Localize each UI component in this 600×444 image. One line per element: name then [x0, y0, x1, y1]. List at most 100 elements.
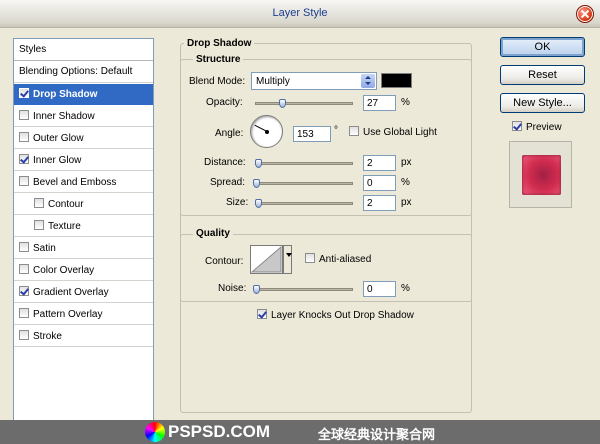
style-checkbox[interactable]	[19, 264, 29, 274]
preview-checkbox[interactable]: Preview	[512, 121, 562, 133]
contour-dropdown-arrow-icon[interactable]	[283, 245, 292, 274]
structure-title: Structure	[193, 54, 244, 65]
preview-box[interactable]	[512, 121, 522, 131]
spread-unit: %	[401, 177, 410, 188]
quality-title: Quality	[193, 228, 233, 239]
contour-picker[interactable]	[250, 245, 283, 274]
style-checkbox[interactable]	[19, 330, 29, 340]
knockout-box[interactable]	[257, 309, 267, 319]
size-slider[interactable]	[254, 199, 353, 208]
noise-unit: %	[401, 283, 410, 294]
style-checkbox[interactable]	[19, 286, 29, 296]
preview-swatch	[522, 155, 561, 195]
style-list-item-label: Drop Shadow	[33, 89, 98, 100]
style-list-item[interactable]: Color Overlay	[14, 260, 153, 281]
watermark-brand: PSPSD.COM	[168, 422, 271, 441]
styles-list-header: Styles	[14, 39, 153, 61]
style-checkbox[interactable]	[19, 110, 29, 120]
shadow-color-swatch[interactable]	[381, 73, 412, 88]
title-bar[interactable]: Layer Style	[0, 0, 600, 28]
global-light-box[interactable]	[349, 126, 359, 136]
knockout-label: Layer Knocks Out Drop Shadow	[271, 310, 414, 321]
style-list-item[interactable]: Drop Shadow	[14, 84, 153, 105]
reset-button[interactable]: Reset	[500, 65, 585, 85]
angle-unit: °	[334, 125, 338, 136]
opacity-slider[interactable]	[255, 99, 353, 108]
style-list-item-label: Outer Glow	[33, 133, 84, 144]
style-list-item-label: Stroke	[33, 331, 62, 342]
drop-shadow-title: Drop Shadow	[184, 38, 255, 49]
style-checkbox[interactable]	[19, 88, 29, 98]
style-list-item-label: Pattern Overlay	[33, 309, 103, 320]
noise-slider[interactable]	[253, 285, 353, 294]
noise-label: Noise:	[218, 283, 247, 294]
opacity-field[interactable]: 27	[363, 95, 396, 111]
style-list-item[interactable]: Outer Glow	[14, 128, 153, 149]
style-checkbox[interactable]	[19, 132, 29, 142]
anti-aliased-label: Anti-aliased	[319, 254, 372, 265]
style-list-item[interactable]: Pattern Overlay	[14, 304, 153, 325]
preview-thumbnail	[509, 141, 572, 208]
global-light-checkbox[interactable]: Use Global Light	[349, 126, 437, 138]
size-slider-thumb[interactable]	[254, 199, 262, 208]
style-checkbox[interactable]	[34, 220, 44, 230]
close-icon[interactable]	[576, 5, 594, 23]
spread-slider-thumb[interactable]	[253, 179, 260, 188]
contour-curve-icon	[250, 245, 282, 273]
distance-slider-thumb[interactable]	[254, 159, 262, 168]
style-list-item-label: Inner Glow	[33, 155, 82, 166]
distance-field[interactable]: 2	[363, 155, 396, 171]
style-list-item[interactable]: Texture	[14, 216, 153, 237]
style-list-item[interactable]: Contour	[14, 194, 153, 215]
angle-field[interactable]: 153	[293, 126, 331, 142]
layer-style-dialog: Layer Style Styles Blending Options: Def…	[0, 0, 600, 444]
style-list-item[interactable]: Stroke	[14, 326, 153, 347]
opacity-unit: %	[401, 97, 410, 108]
spread-slider[interactable]	[253, 179, 353, 188]
watermark-footer: PSPSD.COM 全球经典设计聚合网	[0, 420, 600, 444]
new-style-button[interactable]: New Style...	[500, 93, 585, 113]
blend-mode-select[interactable]: Multiply	[251, 72, 377, 90]
contour-label: Contour:	[205, 256, 244, 267]
angle-dial[interactable]	[250, 115, 283, 148]
style-list-item[interactable]: Blending Options: Default	[14, 62, 153, 83]
blend-mode-value: Multiply	[256, 76, 290, 87]
style-list-item[interactable]: Satin	[14, 238, 153, 259]
style-checkbox[interactable]	[19, 308, 29, 318]
knockout-checkbox[interactable]: Layer Knocks Out Drop Shadow	[257, 309, 414, 321]
anti-aliased-box[interactable]	[305, 253, 315, 263]
style-list-item[interactable]: Inner Shadow	[14, 106, 153, 127]
style-list-item-label: Color Overlay	[33, 265, 95, 276]
style-checkbox[interactable]	[19, 176, 29, 186]
style-checkbox[interactable]	[19, 242, 29, 252]
select-arrows-icon	[361, 74, 375, 88]
style-list-item-label: Satin	[33, 243, 56, 254]
angle-dial-center	[265, 130, 269, 134]
distance-slider[interactable]	[254, 159, 353, 168]
style-list-item[interactable]: Inner Glow	[14, 150, 153, 171]
preview-label: Preview	[526, 122, 562, 133]
style-list-item[interactable]: Bevel and Emboss	[14, 172, 153, 193]
spread-field[interactable]: 0	[363, 175, 396, 191]
style-list-item[interactable]: Gradient Overlay	[14, 282, 153, 303]
style-list-item-label: Texture	[48, 221, 81, 232]
style-list-item-label: Contour	[48, 199, 84, 210]
style-list-item-label: Blending Options: Default	[19, 66, 133, 77]
anti-aliased-checkbox[interactable]: Anti-aliased	[305, 253, 371, 265]
style-list-item-label: Inner Shadow	[33, 111, 95, 122]
global-light-label: Use Global Light	[363, 127, 437, 138]
size-unit: px	[401, 197, 412, 208]
ok-button[interactable]: OK	[500, 37, 585, 57]
noise-field[interactable]: 0	[363, 281, 396, 297]
style-checkbox[interactable]	[34, 198, 44, 208]
spread-label: Spread:	[210, 177, 246, 188]
size-field[interactable]: 2	[363, 195, 396, 211]
watermark-tagline: 全球经典设计聚合网	[318, 427, 436, 442]
angle-label: Angle:	[215, 128, 244, 139]
blend-mode-label: Blend Mode:	[189, 76, 246, 87]
noise-slider-thumb[interactable]	[253, 285, 260, 294]
distance-label: Distance:	[204, 157, 246, 168]
style-checkbox[interactable]	[19, 154, 29, 164]
style-list-item-label: Gradient Overlay	[33, 287, 109, 298]
opacity-slider-thumb[interactable]	[278, 99, 286, 108]
